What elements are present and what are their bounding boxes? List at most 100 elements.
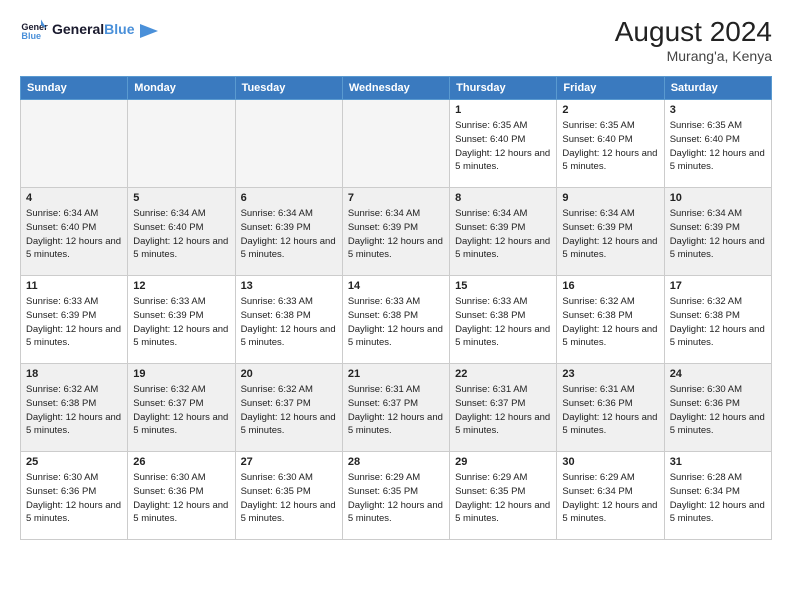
day-number: 11 [26, 280, 122, 292]
month-year-title: August 2024 [615, 16, 772, 48]
arrow-logo-icon [140, 24, 158, 38]
cell-sun-info: Sunrise: 6:33 AMSunset: 6:39 PMDaylight:… [26, 295, 122, 350]
svg-text:Blue: Blue [21, 31, 41, 41]
cell-sun-info: Sunrise: 6:34 AMSunset: 6:39 PMDaylight:… [241, 207, 337, 262]
calendar-cell: 26 Sunrise: 6:30 AMSunset: 6:36 PMDayligh… [128, 452, 235, 540]
calendar-cell: 29Sunrise: 6:29 AMSunset: 6:35 PMDayligh… [450, 452, 557, 540]
day-number: 9 [562, 192, 658, 204]
cell-sun-info: Sunrise: 6:35 AMSunset: 6:40 PMDaylight:… [562, 119, 658, 174]
calendar-cell [21, 100, 128, 188]
day-number: 17 [670, 280, 766, 292]
calendar-cell: 22Sunrise: 6:31 AMSunset: 6:37 PMDayligh… [450, 364, 557, 452]
day-number: 6 [241, 192, 337, 204]
day-number: 22 [455, 368, 551, 380]
day-number: 8 [455, 192, 551, 204]
day-number: 18 [26, 368, 122, 380]
calendar-cell: 9 Sunrise: 6:34 AMSunset: 6:39 PMDaylight… [557, 188, 664, 276]
calendar-cell: 21 Sunrise: 6:31 AMSunset: 6:37 PMDayligh… [342, 364, 449, 452]
calendar-week-row: 4 Sunrise: 6:34 AMSunset: 6:40 PMDaylight… [21, 188, 772, 276]
calendar-cell: 7Sunrise: 6:34 AMSunset: 6:39 PMDaylight… [342, 188, 449, 276]
cell-sun-info: Sunrise: 6:32 AMSunset: 6:37 PMDaylight:… [133, 383, 229, 438]
cell-sun-info: Sunrise: 6:32 AMSunset: 6:37 PMDaylight:… [241, 383, 337, 438]
logo: General Blue GeneralBlue [20, 16, 158, 44]
day-number: 15 [455, 280, 551, 292]
calendar-cell: 18 Sunrise: 6:32 AMSunset: 6:38 PMDayligh… [21, 364, 128, 452]
location-subtitle: Murang'a, Kenya [615, 48, 772, 64]
cell-sun-info: Sunrise: 6:33 AMSunset: 6:38 PMDaylight:… [455, 295, 551, 350]
cell-sun-info: Sunrise: 6:35 AMSunset: 6:40 PMDaylight:… [455, 119, 551, 174]
calendar-cell: 12 Sunrise: 6:33 AMSunset: 6:39 PMDayligh… [128, 276, 235, 364]
calendar-cell: 11 Sunrise: 6:33 AMSunset: 6:39 PMDayligh… [21, 276, 128, 364]
calendar-cell: 28Sunrise: 6:29 AMSunset: 6:35 PMDayligh… [342, 452, 449, 540]
weekday-header-monday: Monday [128, 77, 235, 100]
day-number: 29 [455, 456, 551, 468]
weekday-header-saturday: Saturday [664, 77, 771, 100]
cell-sun-info: Sunrise: 6:31 AMSunset: 6:36 PMDaylight:… [562, 383, 658, 438]
calendar-cell: 13Sunrise: 6:33 AMSunset: 6:38 PMDayligh… [235, 276, 342, 364]
cell-sun-info: Sunrise: 6:30 AMSunset: 6:35 PMDaylight:… [241, 471, 337, 526]
day-number: 14 [348, 280, 444, 292]
calendar-body: 1 Sunrise: 6:35 AMSunset: 6:40 PMDaylight… [21, 100, 772, 540]
day-number: 31 [670, 456, 766, 468]
calendar-cell [235, 100, 342, 188]
day-number: 24 [670, 368, 766, 380]
cell-sun-info: Sunrise: 6:30 AMSunset: 6:36 PMDaylight:… [133, 471, 229, 526]
title-block: August 2024 Murang'a, Kenya [615, 16, 772, 64]
calendar-cell: 25 Sunrise: 6:30 AMSunset: 6:36 PMDayligh… [21, 452, 128, 540]
day-number: 4 [26, 192, 122, 204]
weekday-header-thursday: Thursday [450, 77, 557, 100]
cell-sun-info: Sunrise: 6:30 AMSunset: 6:36 PMDaylight:… [26, 471, 122, 526]
calendar-cell: 19 Sunrise: 6:32 AMSunset: 6:37 PMDayligh… [128, 364, 235, 452]
day-number: 20 [241, 368, 337, 380]
calendar-cell: 20 Sunrise: 6:32 AMSunset: 6:37 PMDayligh… [235, 364, 342, 452]
cell-sun-info: Sunrise: 6:35 AMSunset: 6:40 PMDaylight:… [670, 119, 766, 174]
calendar-week-row: 1 Sunrise: 6:35 AMSunset: 6:40 PMDaylight… [21, 100, 772, 188]
day-number: 23 [562, 368, 658, 380]
calendar-cell: 30Sunrise: 6:29 AMSunset: 6:34 PMDayligh… [557, 452, 664, 540]
cell-sun-info: Sunrise: 6:30 AMSunset: 6:36 PMDaylight:… [670, 383, 766, 438]
cell-sun-info: Sunrise: 6:34 AMSunset: 6:39 PMDaylight:… [455, 207, 551, 262]
day-number: 25 [26, 456, 122, 468]
day-number: 2 [562, 104, 658, 116]
weekday-header-wednesday: Wednesday [342, 77, 449, 100]
cell-sun-info: Sunrise: 6:29 AMSunset: 6:34 PMDaylight:… [562, 471, 658, 526]
cell-sun-info: Sunrise: 6:33 AMSunset: 6:39 PMDaylight:… [133, 295, 229, 350]
day-number: 1 [455, 104, 551, 116]
cell-sun-info: Sunrise: 6:33 AMSunset: 6:38 PMDaylight:… [348, 295, 444, 350]
calendar-cell: 10Sunrise: 6:34 AMSunset: 6:39 PMDayligh… [664, 188, 771, 276]
calendar-cell: 27 Sunrise: 6:30 AMSunset: 6:35 PMDayligh… [235, 452, 342, 540]
day-number: 27 [241, 456, 337, 468]
calendar-cell: 14 Sunrise: 6:33 AMSunset: 6:38 PMDayligh… [342, 276, 449, 364]
day-number: 26 [133, 456, 229, 468]
weekday-header-friday: Friday [557, 77, 664, 100]
cell-sun-info: Sunrise: 6:34 AMSunset: 6:40 PMDaylight:… [26, 207, 122, 262]
calendar-cell: 17Sunrise: 6:32 AMSunset: 6:38 PMDayligh… [664, 276, 771, 364]
weekday-header-tuesday: Tuesday [235, 77, 342, 100]
day-number: 12 [133, 280, 229, 292]
calendar-cell: 3 Sunrise: 6:35 AMSunset: 6:40 PMDaylight… [664, 100, 771, 188]
calendar-cell: 15 Sunrise: 6:33 AMSunset: 6:38 PMDayligh… [450, 276, 557, 364]
calendar-table: SundayMondayTuesdayWednesdayThursdayFrid… [20, 76, 772, 540]
calendar-cell: 4 Sunrise: 6:34 AMSunset: 6:40 PMDaylight… [21, 188, 128, 276]
day-number: 13 [241, 280, 337, 292]
day-number: 16 [562, 280, 658, 292]
cell-sun-info: Sunrise: 6:32 AMSunset: 6:38 PMDaylight:… [562, 295, 658, 350]
cell-sun-info: Sunrise: 6:31 AMSunset: 6:37 PMDaylight:… [348, 383, 444, 438]
day-number: 10 [670, 192, 766, 204]
day-number: 3 [670, 104, 766, 116]
calendar-cell: 31Sunrise: 6:28 AMSunset: 6:34 PMDayligh… [664, 452, 771, 540]
day-number: 28 [348, 456, 444, 468]
calendar-cell: 2 Sunrise: 6:35 AMSunset: 6:40 PMDaylight… [557, 100, 664, 188]
page-header: General Blue GeneralBlue August 2024 Mur… [20, 16, 772, 64]
weekday-header-sunday: Sunday [21, 77, 128, 100]
day-number: 21 [348, 368, 444, 380]
cell-sun-info: Sunrise: 6:32 AMSunset: 6:38 PMDaylight:… [26, 383, 122, 438]
weekday-header-row: SundayMondayTuesdayWednesdayThursdayFrid… [21, 77, 772, 100]
calendar-cell [128, 100, 235, 188]
cell-sun-info: Sunrise: 6:34 AMSunset: 6:39 PMDaylight:… [348, 207, 444, 262]
calendar-week-row: 11 Sunrise: 6:33 AMSunset: 6:39 PMDayligh… [21, 276, 772, 364]
day-number: 19 [133, 368, 229, 380]
calendar-cell: 6 Sunrise: 6:34 AMSunset: 6:39 PMDaylight… [235, 188, 342, 276]
cell-sun-info: Sunrise: 6:34 AMSunset: 6:39 PMDaylight:… [562, 207, 658, 262]
calendar-cell [342, 100, 449, 188]
